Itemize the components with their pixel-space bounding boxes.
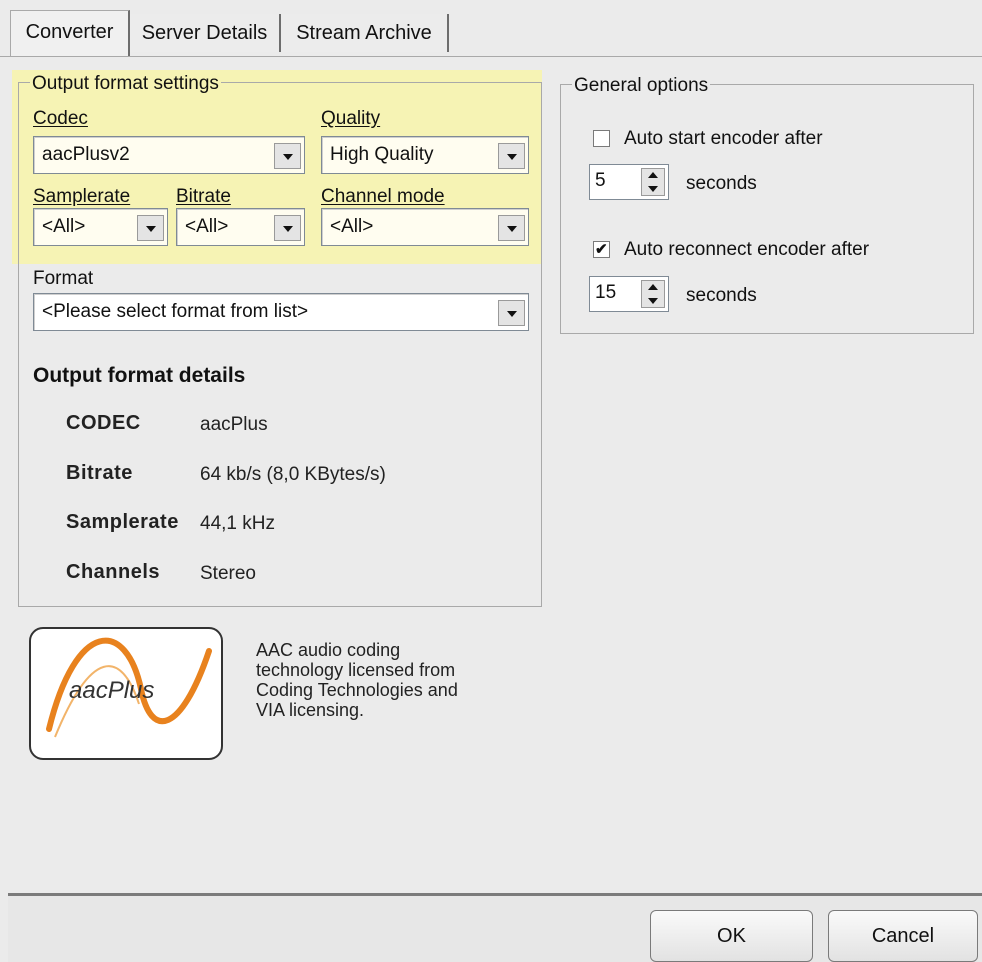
- output-format-settings-legend: Output format settings: [30, 73, 221, 94]
- tab-server-details[interactable]: Server Details: [130, 14, 281, 52]
- samplerate-combobox[interactable]: <All>: [33, 208, 168, 246]
- chevron-down-icon[interactable]: [498, 143, 525, 169]
- channel-mode-combobox[interactable]: <All>: [321, 208, 529, 246]
- auto-reconnect-checkbox[interactable]: ✔: [593, 241, 610, 258]
- checkmark-icon: ✔: [595, 241, 608, 258]
- quality-label: Quality: [321, 108, 381, 129]
- aacplus-logo-text: aacPlus: [69, 677, 155, 704]
- license-text: AAC audio coding technology licensed fro…: [256, 640, 458, 720]
- bitrate-combobox[interactable]: <All>: [176, 208, 305, 246]
- codec-combobox[interactable]: aacPlusv2: [33, 136, 305, 174]
- codec-label: Codec: [33, 108, 88, 129]
- auto-start-seconds-spinner[interactable]: 5: [589, 164, 669, 200]
- detail-key-channels: Channels: [66, 561, 161, 583]
- quality-value: High Quality: [330, 144, 434, 165]
- aacplus-logo: aacPlus: [29, 627, 223, 760]
- chevron-down-icon[interactable]: [274, 215, 301, 241]
- bitrate-value: <All>: [185, 216, 229, 237]
- ok-button[interactable]: OK: [650, 910, 813, 962]
- detail-value-samplerate: 44,1 kHz: [200, 513, 275, 534]
- format-label: Format: [33, 268, 94, 289]
- tab-stream-archive[interactable]: Stream Archive: [281, 14, 449, 52]
- auto-reconnect-seconds-value: 15: [595, 282, 617, 303]
- auto-start-checkbox[interactable]: [593, 130, 610, 147]
- tab-converter[interactable]: Converter: [10, 10, 130, 56]
- output-format-details-heading: Output format details: [33, 364, 246, 387]
- channel-mode-label: Channel mode: [321, 186, 445, 207]
- auto-reconnect-seconds-spinner[interactable]: 15: [589, 276, 669, 312]
- bitrate-label: Bitrate: [176, 186, 231, 207]
- auto-reconnect-label: Auto reconnect encoder after: [624, 239, 870, 260]
- samplerate-label: Samplerate: [33, 186, 131, 207]
- cancel-button[interactable]: Cancel: [828, 910, 978, 962]
- detail-value-codec: aacPlus: [200, 414, 268, 435]
- chevron-down-icon[interactable]: [274, 143, 301, 169]
- format-combobox[interactable]: <Please select format from list>: [33, 293, 529, 331]
- auto-reconnect-unit: seconds: [686, 285, 757, 306]
- detail-key-codec: CODEC: [66, 412, 141, 434]
- auto-start-unit: seconds: [686, 173, 757, 194]
- auto-start-seconds-value: 5: [595, 170, 606, 191]
- chevron-down-icon[interactable]: [137, 215, 164, 241]
- codec-value: aacPlusv2: [42, 144, 130, 165]
- samplerate-value: <All>: [42, 216, 86, 237]
- quality-combobox[interactable]: High Quality: [321, 136, 529, 174]
- chevron-down-icon[interactable]: [498, 215, 525, 241]
- tab-strip-border: [0, 56, 982, 57]
- detail-key-bitrate: Bitrate: [66, 462, 133, 484]
- general-options-legend: General options: [572, 75, 711, 96]
- detail-value-channels: Stereo: [200, 563, 256, 584]
- detail-key-samplerate: Samplerate: [66, 511, 179, 533]
- channel-mode-value: <All>: [330, 216, 374, 237]
- footer-divider: [8, 893, 982, 896]
- spin-updown-icon[interactable]: [641, 280, 665, 308]
- chevron-down-icon[interactable]: [498, 300, 525, 326]
- auto-start-label: Auto start encoder after: [624, 128, 823, 149]
- spin-updown-icon[interactable]: [641, 168, 665, 196]
- detail-value-bitrate: 64 kb/s (8,0 KBytes/s): [200, 464, 386, 485]
- format-value: <Please select format from list>: [42, 301, 309, 322]
